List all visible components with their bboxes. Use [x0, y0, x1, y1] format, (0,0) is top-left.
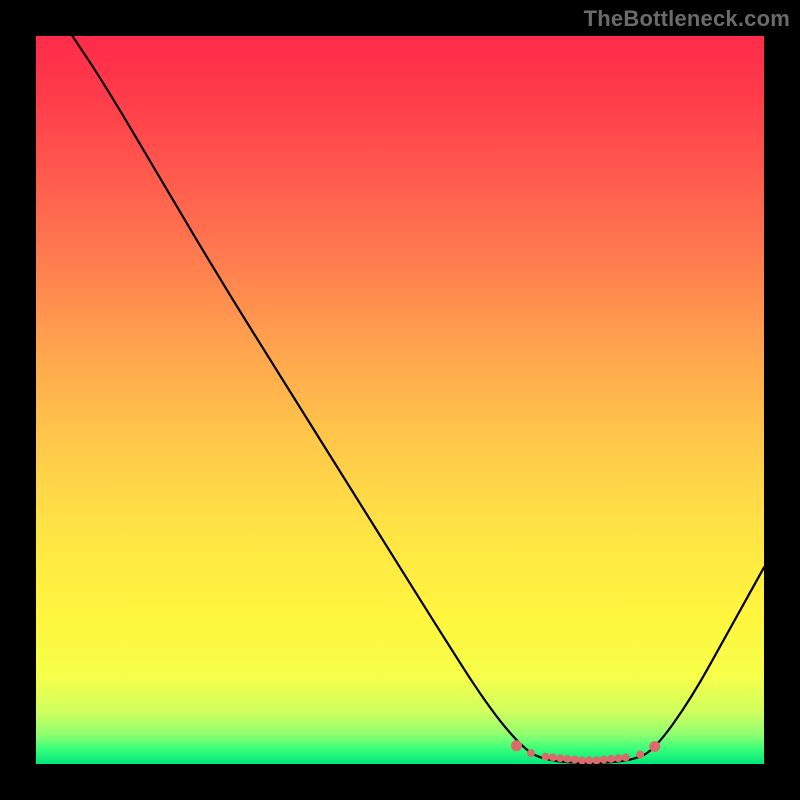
sweet-spot-marker — [600, 756, 608, 764]
sweet-spot-marker — [593, 756, 601, 764]
sweet-spot-marker — [511, 740, 522, 751]
chart-frame: TheBottleneck.com — [0, 0, 800, 800]
sweet-spot-marker — [614, 754, 622, 762]
bottleneck-curve — [72, 36, 764, 763]
sweet-spot-marker — [585, 756, 593, 764]
sweet-spot-marker — [556, 754, 564, 762]
sweet-spot-marker — [571, 756, 579, 764]
sweet-spot-markers — [511, 740, 660, 764]
plot-area — [36, 36, 764, 764]
sweet-spot-marker — [607, 755, 615, 763]
sweet-spot-marker — [649, 741, 660, 752]
sweet-spot-marker — [563, 755, 571, 763]
sweet-spot-marker — [578, 756, 586, 764]
sweet-spot-marker — [622, 753, 630, 761]
sweet-spot-marker — [527, 749, 535, 757]
sweet-spot-marker — [542, 753, 550, 761]
sweet-spot-marker — [549, 753, 557, 761]
sweet-spot-marker — [636, 751, 644, 759]
curve-layer — [36, 36, 764, 764]
watermark-text: TheBottleneck.com — [584, 6, 790, 32]
